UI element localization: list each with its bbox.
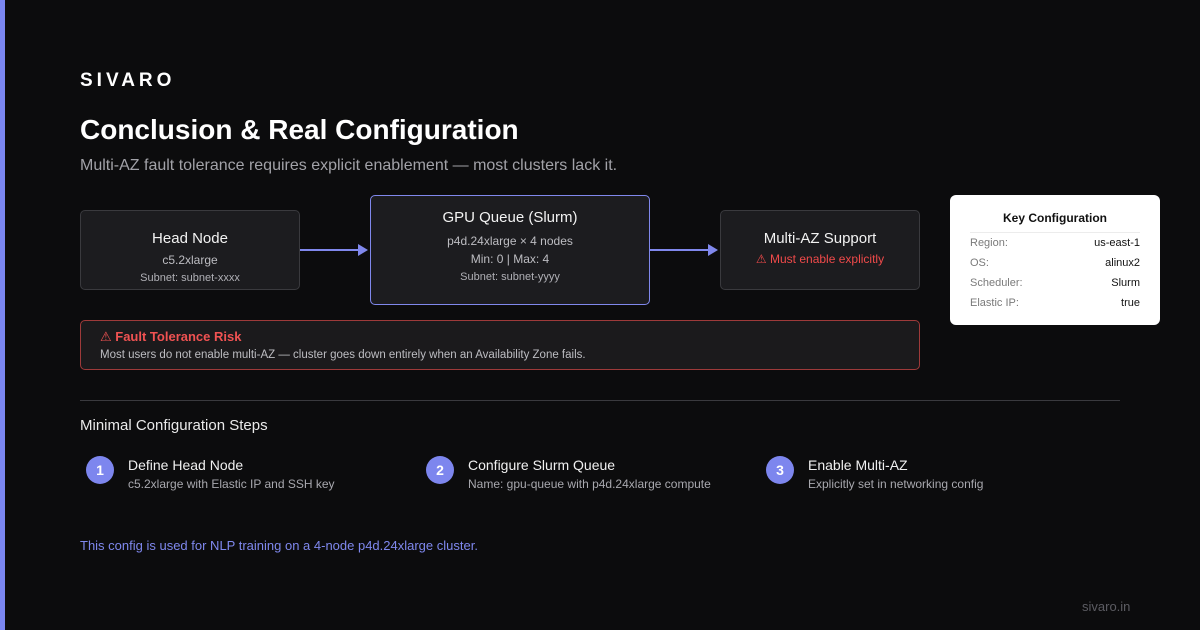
gpu-queue-subnet: Subnet: subnet-yyyy <box>460 271 560 283</box>
config-row-os: OS: alinux2 <box>970 253 1140 273</box>
config-row-region: Region: us-east-1 <box>970 233 1140 253</box>
fault-tolerance-risk-alert: ⚠ Fault Tolerance Risk Most users do not… <box>80 320 920 370</box>
accent-bar <box>0 0 5 630</box>
gpu-queue-box: GPU Queue (Slurm) p4d.24xlarge × 4 nodes… <box>370 195 650 305</box>
key-configuration-title: Key Configuration <box>970 211 1140 233</box>
step-body: Enable Multi-AZ Explicitly set in networ… <box>808 456 983 491</box>
multi-az-name: Multi-AZ Support <box>763 230 877 247</box>
brand-logo: SIVARO <box>80 70 176 91</box>
risk-title: ⚠ Fault Tolerance Risk <box>100 329 242 344</box>
gpu-queue-scaling: Min: 0 | Max: 4 <box>470 252 550 266</box>
step-title: Define Head Node <box>128 457 244 473</box>
gpu-queue-instance: p4d.24xlarge × 4 nodes <box>447 234 573 248</box>
step-description: c5.2xlarge with Elastic IP and SSH key <box>128 477 335 491</box>
key-configuration-card: Key Configuration Region: us-east-1 OS: … <box>950 195 1160 325</box>
steps-heading: Minimal Configuration Steps <box>80 417 268 434</box>
head-node-box: Head Node c5.2xlarge Subnet: subnet-xxxx <box>80 210 300 290</box>
footnote: This config is used for NLP training on … <box>80 538 478 553</box>
step-body: Define Head Node c5.2xlarge with Elastic… <box>128 456 335 491</box>
step-number-badge: 3 <box>766 456 794 484</box>
step-description: Name: gpu-queue with p4d.24xlarge comput… <box>468 477 711 491</box>
step-enable-multi-az: 3 Enable Multi-AZ Explicitly set in netw… <box>766 456 983 491</box>
config-row-scheduler: Scheduler: Slurm <box>970 273 1140 293</box>
risk-text: Most users do not enable multi-AZ — clus… <box>100 349 586 361</box>
head-node-instance: c5.2xlarge <box>162 253 218 267</box>
step-title: Enable Multi-AZ <box>808 457 908 473</box>
config-value: alinux2 <box>1105 257 1140 269</box>
page-title: Conclusion & Real Configuration <box>80 114 519 145</box>
step-number-badge: 2 <box>426 456 454 484</box>
page-subtitle: Multi-AZ fault tolerance requires explic… <box>80 157 618 174</box>
step-configure-slurm-queue: 2 Configure Slurm Queue Name: gpu-queue … <box>426 456 711 491</box>
head-node-subnet: Subnet: subnet-xxxx <box>140 272 240 284</box>
config-row-elastic-ip: Elastic IP: true <box>970 293 1140 313</box>
config-label: Elastic IP: <box>970 297 1019 309</box>
arrow-head-to-queue <box>300 244 368 256</box>
step-title: Configure Slurm Queue <box>468 457 616 473</box>
site-url: sivaro.in <box>1082 599 1131 614</box>
section-divider <box>80 400 1120 401</box>
config-value: Slurm <box>1111 277 1140 289</box>
gpu-queue-name: GPU Queue (Slurm) <box>442 209 578 226</box>
config-value: us-east-1 <box>1094 237 1140 249</box>
config-value: true <box>1121 297 1140 309</box>
multi-az-box: Multi-AZ Support ⚠ Must enable explicitl… <box>720 210 920 290</box>
step-description: Explicitly set in networking config <box>808 477 984 491</box>
config-label: OS: <box>970 257 989 269</box>
head-node-name: Head Node <box>152 230 228 247</box>
multi-az-warning: ⚠ Must enable explicitly <box>755 252 885 266</box>
config-label: Region: <box>970 237 1008 249</box>
step-body: Configure Slurm Queue Name: gpu-queue wi… <box>468 456 711 491</box>
config-label: Scheduler: <box>970 277 1023 289</box>
step-number-badge: 1 <box>86 456 114 484</box>
arrow-queue-to-multi-az <box>650 244 718 256</box>
step-define-head-node: 1 Define Head Node c5.2xlarge with Elast… <box>86 456 335 491</box>
